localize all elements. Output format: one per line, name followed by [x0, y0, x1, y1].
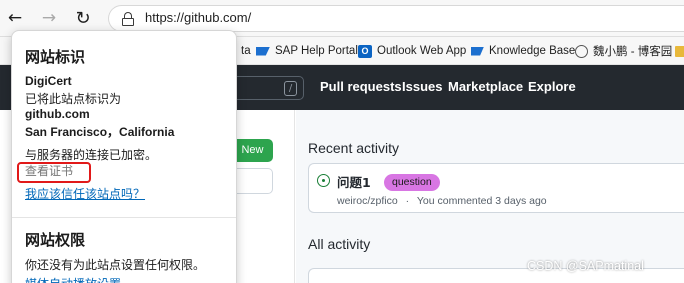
issue-title[interactable]: 问题1	[337, 172, 371, 191]
recent-activity-title: Recent activity	[308, 140, 400, 156]
watermark: CSDN @SAPmatinal	[527, 259, 644, 273]
all-activity-title: All activity	[308, 236, 371, 252]
github-dashboard: Recent activity 问题1 question weiroc/zpfi…	[296, 110, 684, 283]
new-repo-button[interactable]: New	[232, 139, 273, 162]
reload-icon[interactable]: ↻	[71, 6, 95, 30]
folder-icon	[675, 45, 684, 57]
sap-icon	[471, 46, 484, 56]
browser-window: ← → ↻ https://github.com/ ta SAP Help Po…	[0, 0, 684, 283]
address-url[interactable]: https://github.com/	[145, 10, 251, 25]
lock-icon[interactable]	[122, 12, 134, 26]
sap-icon	[256, 46, 270, 56]
nav-marketplace[interactable]: Marketplace	[448, 79, 523, 94]
site-identity-title: 网站标识	[25, 48, 86, 66]
bookmark-label: Outlook Web App	[377, 45, 467, 57]
bookmark-folder[interactable]	[675, 43, 684, 59]
forward-arrow-icon[interactable]: →	[37, 6, 61, 30]
bookmark-label: SAP Help Portal	[275, 45, 358, 57]
bookmark-blog[interactable]: 魏小鹏 - 博客园	[575, 43, 672, 59]
issue-time: You commented 3 days ago	[416, 195, 547, 207]
issue-meta: weiroc/zpfico · You commented 3 days ago	[337, 195, 547, 207]
encrypted-connection-text: 与服务器的连接已加密。	[25, 148, 158, 162]
media-autoplay-link[interactable]: 媒体自动播放设置	[25, 275, 121, 283]
slash-key-hint: /	[284, 81, 297, 96]
issue-label[interactable]: question	[384, 174, 440, 191]
bookmark-label: ta	[241, 45, 251, 57]
meta-separator: ·	[405, 195, 410, 207]
trust-site-link[interactable]: 我应该信任该站点吗？	[25, 185, 145, 202]
site-domain: github.com	[25, 107, 90, 121]
no-permissions-text: 你还没有为此站点设置任何权限。	[25, 258, 206, 272]
bookmark-label: 魏小鹏 - 博客园	[593, 46, 673, 58]
nav-pull-requests[interactable]: Pull requests	[320, 79, 402, 94]
site-location: San Francisco，California	[25, 125, 175, 139]
blog-icon	[575, 44, 588, 58]
issue-repo[interactable]: weiroc/zpfico	[337, 195, 398, 207]
bookmark-label: Knowledge Base	[489, 45, 576, 57]
outlook-icon: O	[358, 44, 372, 58]
issue-open-icon	[317, 174, 330, 187]
highlight-box	[17, 162, 91, 183]
bookmark-sap-help-portal[interactable]: SAP Help Portal	[256, 43, 358, 59]
bookmark-knowledge-base[interactable]: Knowledge Base	[471, 43, 575, 59]
back-arrow-icon[interactable]: ←	[3, 6, 27, 30]
site-info-popup: 网站标识 DigiCert 已将此站点标识为 github.com San Fr…	[11, 30, 237, 283]
address-bar[interactable]: https://github.com/	[108, 5, 684, 32]
nav-explore[interactable]: Explore	[528, 79, 576, 94]
bookmark-outlook-web-app[interactable]: O Outlook Web App	[358, 43, 466, 59]
identified-as-text: 已将此站点标识为	[25, 92, 122, 106]
site-permissions-title: 网站权限	[25, 231, 86, 249]
nav-issues[interactable]: Issues	[402, 79, 442, 94]
recent-activity-card[interactable]: 问题1 question weiroc/zpfico · You comment…	[308, 163, 684, 213]
divider	[12, 217, 236, 218]
cert-organization: DigiCert	[25, 74, 72, 88]
